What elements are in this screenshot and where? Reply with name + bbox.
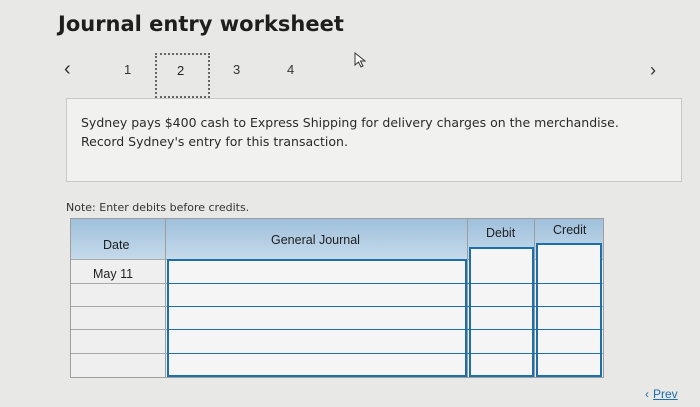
date-column-header: Date — [103, 238, 130, 252]
instruction-note: Note: Enter debits before credits. — [66, 201, 250, 214]
credit-column-header: Credit — [553, 223, 587, 237]
chevron-left-icon: ‹ — [645, 387, 649, 401]
general-journal-column-header: General Journal — [271, 233, 360, 247]
page-2-current[interactable]: 2 — [155, 53, 210, 98]
page-2-label: 2 — [177, 63, 185, 78]
page-3-button[interactable]: 3 — [233, 62, 240, 77]
debit-column-header: Debit — [486, 226, 516, 240]
transaction-prompt: Sydney pays $400 cash to Express Shippin… — [81, 115, 619, 149]
prev-label: Prev — [653, 387, 678, 401]
credit-amount-fields[interactable] — [536, 243, 602, 377]
page-4-button[interactable]: 4 — [287, 62, 294, 77]
next-page-chevron-icon[interactable]: › — [650, 60, 656, 81]
page-1-button[interactable]: 1 — [124, 62, 131, 77]
worksheet-title: Journal entry worksheet — [58, 12, 344, 36]
debit-amount-fields[interactable] — [469, 247, 534, 377]
transaction-prompt-box: Sydney pays $400 cash to Express Shippin… — [66, 98, 682, 182]
prev-button[interactable]: ‹ Prev — [645, 387, 678, 401]
row-1-date[interactable]: May 11 — [93, 267, 133, 281]
mouse-cursor-icon — [354, 52, 367, 68]
general-journal-account-fields[interactable] — [167, 259, 467, 377]
journal-table: Date General Journal Debit Credit May 11 — [70, 218, 604, 378]
previous-page-chevron-icon[interactable]: ‹ — [64, 58, 71, 81]
